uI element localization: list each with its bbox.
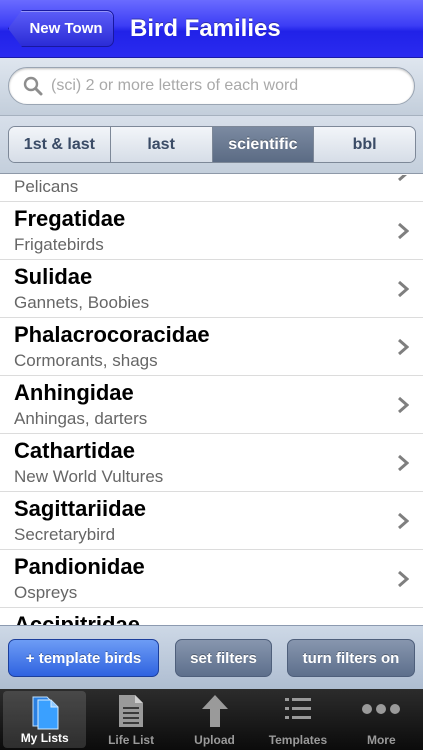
list-item[interactable]: Anhingidae Anhingas, darters <box>0 376 423 434</box>
list-item[interactable]: Pandionidae Ospreys <box>0 550 423 608</box>
tab-label: My Lists <box>20 731 69 745</box>
family-common-name: Gannets, Boobies <box>14 293 150 312</box>
turn-filters-on-button[interactable]: turn filters on <box>287 639 415 677</box>
search-bar <box>0 58 423 116</box>
list-item[interactable]: Phalacrocoracidae Cormorants, shags <box>0 318 423 376</box>
family-common-name: Anhingas, darters <box>14 409 148 428</box>
sort-mode-segmented-control: 1st & last last scientific bbl <box>8 126 416 163</box>
page-title: Bird Families <box>130 15 281 42</box>
family-scientific-name: Cathartidae <box>14 438 136 463</box>
family-common-name: Pelicans <box>14 177 79 196</box>
navigation-bar: New Town Bird Families <box>0 0 423 58</box>
search-icon <box>23 76 43 96</box>
chevron-right-icon <box>398 396 409 414</box>
tab-label: Life List <box>108 733 155 747</box>
upload-icon <box>201 695 228 727</box>
list-item[interactable]: Fregatidae Frigatebirds <box>0 202 423 260</box>
tab-label: More <box>366 733 396 747</box>
family-common-name: New World Vultures <box>14 467 164 486</box>
family-scientific-name: Pandionidae <box>14 554 145 579</box>
list-item[interactable]: Sulidae Gannets, Boobies <box>0 260 423 318</box>
family-scientific-name: Phalacrocoracidae <box>14 322 210 347</box>
tab-life-list[interactable]: Life List <box>89 689 172 750</box>
chevron-right-icon <box>398 454 409 472</box>
chevron-right-icon <box>398 175 407 182</box>
chevron-right-icon <box>398 222 409 240</box>
life-list-icon <box>119 695 144 727</box>
templates-icon <box>284 698 311 719</box>
my-lists-icon <box>32 696 59 730</box>
list-item[interactable]: Sagittariidae Secretarybird <box>0 492 423 550</box>
family-scientific-name: Anhingidae <box>14 380 134 405</box>
family-common-name: Ospreys <box>14 583 78 602</box>
tab-templates[interactable]: Templates <box>256 689 339 750</box>
list-item[interactable]: Cathartidae New World Vultures <box>0 434 423 492</box>
family-scientific-name: Sagittariidae <box>14 496 147 521</box>
sort-mode-bar: 1st & last last scientific bbl <box>0 116 423 174</box>
tab-label: Templates <box>268 733 328 747</box>
tab-label: Upload <box>194 733 235 747</box>
family-common-name: Cormorants, shags <box>14 351 158 370</box>
bird-family-list[interactable]: Pelicans Fregatidae Frigatebirds Sulidae… <box>0 175 423 625</box>
tab-my-lists[interactable]: My Lists <box>3 691 87 748</box>
family-scientific-name: Sulidae <box>14 264 93 289</box>
set-filters-button[interactable]: set filters <box>175 639 272 677</box>
chevron-right-icon <box>398 570 409 588</box>
search-field-container[interactable] <box>8 67 415 105</box>
bottom-toolbar: + template birds set filters turn filter… <box>0 625 423 689</box>
back-button[interactable]: New Town <box>8 10 114 47</box>
segment-first-and-last[interactable]: 1st & last <box>9 127 111 162</box>
segment-scientific[interactable]: scientific <box>212 127 315 162</box>
segment-bbl[interactable]: bbl <box>314 127 415 162</box>
list-item[interactable]: Accipitridae <box>0 608 423 625</box>
chevron-right-icon <box>398 512 409 530</box>
family-common-name: Frigatebirds <box>14 235 104 254</box>
tab-upload[interactable]: Upload <box>173 689 256 750</box>
family-scientific-name: Accipitridae <box>14 612 140 625</box>
segment-last[interactable]: last <box>110 127 213 162</box>
family-scientific-name: Fregatidae <box>14 206 126 231</box>
more-icon <box>362 704 401 714</box>
tab-more[interactable]: More <box>340 689 423 750</box>
chevron-right-icon <box>398 280 409 298</box>
search-input[interactable] <box>51 77 411 95</box>
tab-bar: My Lists Life List Upload Templates More <box>0 689 423 750</box>
chevron-right-icon <box>398 338 409 356</box>
list-item[interactable]: Pelicans <box>0 175 423 202</box>
family-common-name: Secretarybird <box>14 525 116 544</box>
add-template-birds-button[interactable]: + template birds <box>8 639 159 677</box>
